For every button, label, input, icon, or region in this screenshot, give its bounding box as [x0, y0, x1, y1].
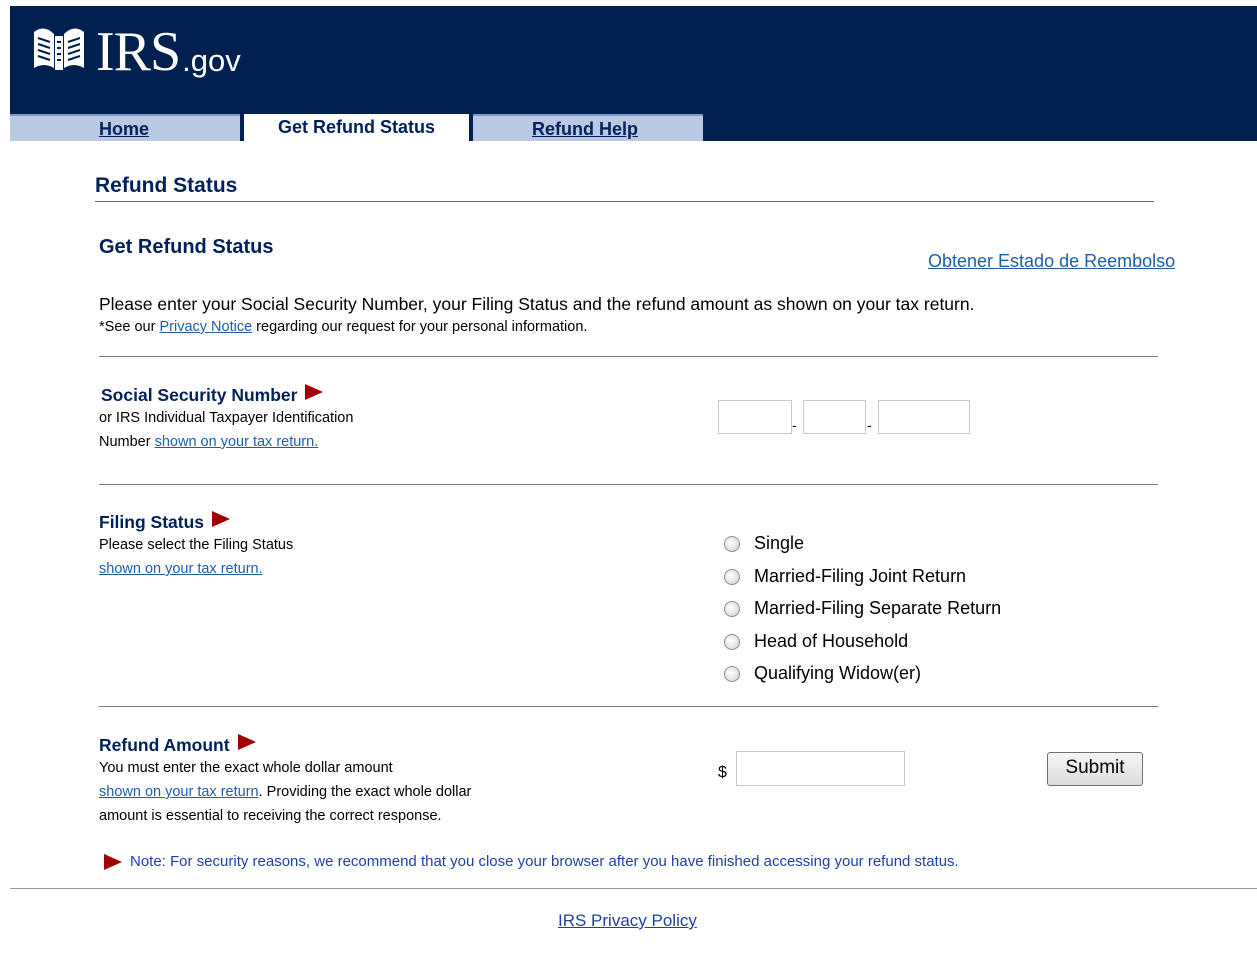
radio-option-qualifying-widow[interactable]: Qualifying Widow(er) — [724, 663, 921, 684]
page-title: Refund Status — [95, 174, 238, 197]
ssn-part1-input[interactable] — [718, 400, 792, 434]
filing-status-label: Filing Status — [99, 511, 230, 533]
radio-label: Married-Filing Joint Return — [754, 566, 967, 586]
ssn-label-text: Social Security Number — [101, 385, 298, 405]
radio-option-married-separate[interactable]: Married-Filing Separate Return — [724, 598, 1001, 619]
radio-button[interactable] — [724, 665, 740, 682]
required-arrow-icon — [305, 384, 324, 400]
divider — [99, 484, 1158, 485]
refund-amount-label-text: Refund Amount — [99, 735, 230, 755]
spanish-version-link[interactable]: Obtener Estado de Reembolso — [928, 251, 1175, 272]
note-arrow-icon — [104, 853, 122, 870]
radio-option-head-of-household[interactable]: Head of Household — [724, 631, 908, 652]
ssn-help-prefix: Number — [99, 434, 151, 450]
radio-label: Qualifying Widow(er) — [754, 663, 922, 683]
irs-logo[interactable]: IRS .gov — [30, 21, 241, 83]
tab-get-refund-status[interactable]: Get Refund Status — [244, 114, 469, 142]
security-note-text: Note: For security reasons, we recommend… — [130, 853, 959, 870]
refund-help-line3: amount is essential to receiving the cor… — [99, 808, 442, 824]
radio-label: Single — [754, 533, 805, 553]
logo-gov-text: .gov — [182, 43, 241, 78]
privacy-note-suffix: regarding our request for your personal … — [256, 319, 588, 335]
footer-divider — [10, 888, 1257, 889]
radio-label: Head of Household — [754, 631, 909, 651]
radio-button[interactable] — [724, 600, 740, 617]
filing-status-label-text: Filing Status — [99, 512, 204, 532]
tab-refund-help[interactable]: Refund Help — [473, 114, 703, 141]
radio-button[interactable] — [724, 535, 740, 552]
site-header: IRS .gov Home Get Refund Status Refund H… — [10, 6, 1257, 142]
divider — [95, 201, 1154, 202]
submit-button[interactable]: Submit — [1047, 752, 1143, 786]
logo-irs-text: IRS — [96, 21, 181, 83]
radio-option-married-joint[interactable]: Married-Filing Joint Return — [724, 566, 966, 587]
refund-help-line2: shown on your tax return. Providing the … — [99, 780, 471, 804]
required-arrow-icon — [237, 734, 256, 750]
filing-status-shown-on-return-link[interactable]: shown on your tax return. — [99, 561, 263, 577]
privacy-note-prefix: *See our — [99, 319, 156, 335]
ssn-part3-input[interactable] — [878, 400, 970, 434]
radio-option-single[interactable]: Single — [724, 533, 804, 554]
ssn-help: or IRS Individual Taxpayer Identificatio… — [99, 406, 353, 454]
privacy-notice-link[interactable]: Privacy Notice — [159, 319, 252, 335]
eagle-emblem-icon — [34, 28, 84, 70]
refund-shown-on-return-link[interactable]: shown on your tax return — [99, 784, 259, 800]
ssn-help-line2: Number shown on your tax return. — [99, 430, 353, 454]
refund-amount-input[interactable] — [736, 751, 905, 786]
irs-privacy-policy-link[interactable]: IRS Privacy Policy — [558, 911, 697, 931]
radio-button[interactable] — [724, 568, 740, 585]
divider — [99, 356, 1158, 357]
ssn-shown-on-return-link[interactable]: shown on your tax return. — [155, 434, 319, 450]
refund-amount-label: Refund Amount — [99, 734, 256, 756]
ssn-part2-input[interactable] — [803, 400, 866, 434]
filing-status-help: Please select the Filing Status shown on… — [99, 533, 293, 581]
refund-amount-help: You must enter the exact whole dollar am… — [99, 756, 471, 828]
section-title: Get Refund Status — [99, 236, 274, 258]
currency-symbol: $ — [718, 764, 727, 781]
tab-home[interactable]: Home — [10, 114, 240, 141]
radio-button[interactable] — [724, 633, 740, 650]
ssn-label: Social Security Number — [101, 384, 324, 406]
privacy-note: *See our Privacy Notice regarding our re… — [99, 319, 587, 335]
ssn-separator: - — [867, 417, 872, 433]
security-note: Note: For security reasons, we recommend… — [104, 853, 959, 870]
intro-text: Please enter your Social Security Number… — [99, 294, 975, 314]
radio-label: Married-Filing Separate Return — [754, 598, 1002, 618]
filing-status-help-line1: Please select the Filing Status — [99, 537, 294, 553]
refund-help-line1: You must enter the exact whole dollar am… — [99, 760, 393, 776]
ssn-separator: - — [792, 417, 797, 433]
refund-help-line2-suffix: . Providing the exact whole dollar — [258, 784, 472, 800]
divider — [99, 706, 1158, 707]
ssn-help-line1: or IRS Individual Taxpayer Identificatio… — [99, 410, 354, 426]
required-arrow-icon — [212, 511, 230, 527]
